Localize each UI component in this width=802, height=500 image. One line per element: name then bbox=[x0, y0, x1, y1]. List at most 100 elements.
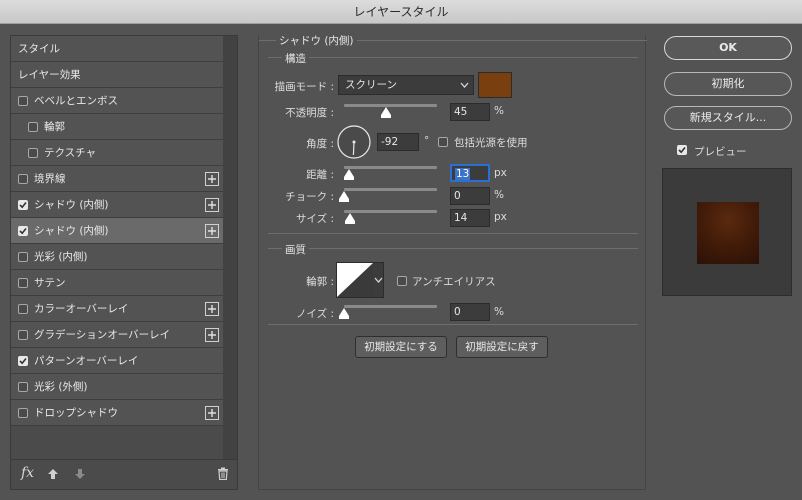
effects-list-item[interactable]: レイヤー効果 bbox=[11, 62, 223, 88]
effects-list-item[interactable]: 輪郭 bbox=[11, 114, 223, 140]
move-down-icon[interactable] bbox=[74, 468, 86, 483]
add-effect-icon[interactable] bbox=[205, 406, 219, 420]
ok-button[interactable]: OK bbox=[664, 36, 792, 60]
effects-list-item[interactable]: パターンオーバーレイ bbox=[11, 348, 223, 374]
effect-label: グラデーションオーバーレイ bbox=[34, 329, 171, 341]
new-style-button[interactable]: 新規スタイル... bbox=[664, 106, 792, 130]
size-label: サイズ : bbox=[295, 213, 334, 225]
blend-mode-label: 描画モード : bbox=[274, 81, 334, 93]
effect-checkbox[interactable] bbox=[18, 199, 28, 210]
effects-list-item[interactable]: スタイル bbox=[11, 36, 223, 62]
effect-checkbox[interactable] bbox=[18, 173, 28, 184]
preview-label: プレビュー bbox=[694, 146, 747, 158]
effect-checkbox[interactable] bbox=[18, 303, 28, 314]
distance-label: 距離 : bbox=[306, 169, 334, 181]
distance-slider-thumb[interactable] bbox=[343, 169, 354, 180]
blend-mode-value: スクリーン bbox=[345, 79, 397, 91]
effect-checkbox[interactable] bbox=[18, 355, 28, 366]
opacity-input[interactable]: 45 bbox=[450, 103, 490, 121]
effect-label: テクスチャ bbox=[44, 147, 97, 159]
size-slider-track[interactable] bbox=[344, 210, 437, 213]
opacity-unit: % bbox=[494, 105, 504, 117]
choke-label: チョーク : bbox=[285, 191, 334, 203]
add-effect-icon[interactable] bbox=[205, 224, 219, 238]
effect-checkbox[interactable] bbox=[18, 95, 28, 106]
angle-label: 角度 : bbox=[306, 138, 334, 150]
effects-list-item[interactable]: サテン bbox=[11, 270, 223, 296]
trash-icon[interactable] bbox=[217, 467, 229, 483]
choke-unit: % bbox=[494, 189, 504, 201]
add-effect-icon[interactable] bbox=[205, 302, 219, 316]
global-light-checkbox[interactable] bbox=[438, 137, 448, 147]
effect-checkbox[interactable] bbox=[18, 277, 28, 288]
effect-label: サテン bbox=[34, 277, 66, 289]
effect-label: 光彩 (外側) bbox=[34, 381, 88, 393]
effects-list-item[interactable]: シャドウ (内側) bbox=[11, 192, 223, 218]
effect-checkbox[interactable] bbox=[18, 407, 28, 418]
effect-checkbox[interactable] bbox=[18, 381, 28, 392]
style-preview bbox=[662, 168, 792, 296]
size-input[interactable]: 14 bbox=[450, 209, 490, 227]
effects-list-item[interactable]: 光彩 (外側) bbox=[11, 374, 223, 400]
contour-label: 輪郭 : bbox=[306, 276, 334, 288]
distance-slider-track[interactable] bbox=[344, 166, 437, 169]
effect-label: 輪郭 bbox=[44, 121, 65, 133]
size-slider-thumb[interactable] bbox=[344, 213, 355, 224]
chevron-down-icon bbox=[460, 76, 469, 100]
effect-label: スタイル bbox=[18, 43, 60, 55]
effect-label: カラーオーバーレイ bbox=[34, 303, 129, 315]
global-light-label: 包括光源を使用 bbox=[454, 137, 528, 149]
choke-input[interactable]: 0 bbox=[450, 187, 490, 205]
effect-label: 境界線 bbox=[34, 173, 66, 185]
effect-label: レイヤー効果 bbox=[18, 69, 81, 81]
effect-label: 光彩 (内側) bbox=[34, 251, 88, 263]
angle-dial[interactable] bbox=[337, 125, 371, 159]
effects-list-item[interactable]: カラーオーバーレイ bbox=[11, 296, 223, 322]
noise-slider-thumb[interactable] bbox=[339, 308, 349, 319]
effects-list-item[interactable]: ベベルとエンボス bbox=[11, 88, 223, 114]
effect-checkbox[interactable] bbox=[18, 251, 28, 262]
fx-icon[interactable]: fx bbox=[21, 465, 34, 481]
effects-list-item[interactable]: 光彩 (内側) bbox=[11, 244, 223, 270]
choke-slider-track[interactable] bbox=[344, 188, 437, 191]
effect-checkbox[interactable] bbox=[28, 147, 38, 158]
choke-slider-thumb[interactable] bbox=[339, 191, 349, 202]
noise-label: ノイズ : bbox=[295, 308, 334, 320]
add-effect-icon[interactable] bbox=[205, 172, 219, 186]
effect-label: パターンオーバーレイ bbox=[34, 355, 139, 367]
noise-slider-track[interactable] bbox=[344, 305, 437, 308]
angle-input[interactable]: -92 bbox=[377, 133, 419, 151]
contour-picker[interactable] bbox=[336, 262, 384, 298]
effect-checkbox[interactable] bbox=[18, 225, 28, 236]
effects-list-item[interactable]: シャドウ (内側) bbox=[11, 218, 223, 244]
effects-list-scrollbar[interactable] bbox=[223, 36, 237, 460]
noise-unit: % bbox=[494, 306, 504, 318]
structure-title: 構造 bbox=[282, 51, 309, 66]
move-up-icon[interactable] bbox=[47, 468, 59, 483]
preview-checkbox[interactable] bbox=[677, 145, 687, 155]
make-default-button[interactable]: 初期設定にする bbox=[355, 336, 447, 358]
reset-default-button[interactable]: 初期設定に戻す bbox=[456, 336, 548, 358]
antialias-checkbox[interactable] bbox=[397, 276, 407, 286]
effects-list-item[interactable]: 境界線 bbox=[11, 166, 223, 192]
effect-label: ベベルとエンボス bbox=[34, 95, 118, 107]
effect-checkbox[interactable] bbox=[28, 121, 38, 132]
chevron-down-icon bbox=[374, 271, 383, 292]
effect-label: シャドウ (内側) bbox=[34, 199, 109, 211]
effect-label: シャドウ (内側) bbox=[34, 225, 109, 237]
add-effect-icon[interactable] bbox=[205, 198, 219, 212]
effect-checkbox[interactable] bbox=[18, 329, 28, 340]
effects-list-item[interactable]: グラデーションオーバーレイ bbox=[11, 322, 223, 348]
blend-mode-select[interactable]: スクリーン bbox=[338, 75, 474, 95]
preview-swatch bbox=[697, 202, 759, 264]
effects-list-item[interactable]: テクスチャ bbox=[11, 140, 223, 166]
effects-list: スタイルレイヤー効果ベベルとエンボス輪郭テクスチャ境界線シャドウ (内側) シャド… bbox=[11, 36, 223, 460]
shadow-color-swatch[interactable] bbox=[478, 72, 512, 98]
effects-list-item[interactable]: ドロップシャドウ bbox=[11, 400, 223, 426]
distance-input[interactable]: 13 bbox=[450, 164, 490, 182]
effects-list-footer: fx bbox=[11, 459, 237, 489]
add-effect-icon[interactable] bbox=[205, 328, 219, 342]
noise-input[interactable]: 0 bbox=[450, 303, 490, 321]
reset-button[interactable]: 初期化 bbox=[664, 72, 792, 96]
opacity-slider-thumb[interactable] bbox=[380, 107, 391, 118]
